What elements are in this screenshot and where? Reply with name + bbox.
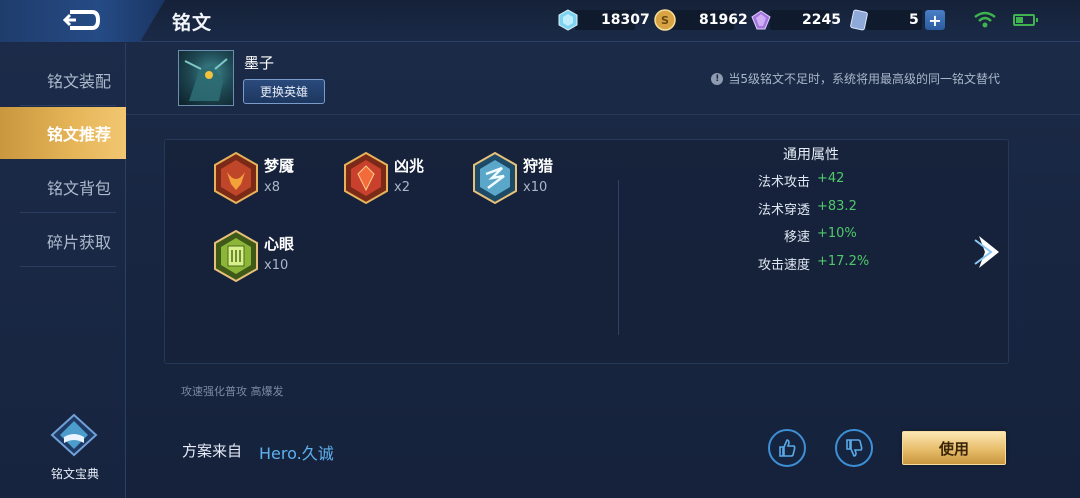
divider bbox=[618, 180, 619, 335]
attribute-name: 法术穿透 bbox=[757, 203, 810, 218]
codex-label: 铭文宝典 bbox=[50, 467, 99, 481]
rune-name: 心眼 bbox=[264, 235, 295, 253]
attribute-value: +10% bbox=[817, 226, 857, 241]
attributes-title: 通用属性 bbox=[783, 147, 839, 163]
sidebar-item-recommend[interactable]: 铭文推荐 bbox=[0, 107, 126, 159]
rune-count: x10 bbox=[264, 258, 289, 273]
sidebar-item-label: 铭文装配 bbox=[47, 72, 112, 91]
sidebar-item-label: 铭文背包 bbox=[47, 179, 112, 198]
back-arrow-icon bbox=[62, 10, 101, 30]
rune-notice: ! 当5级铭文不足时，系统将用最高级的同一铭文替代 bbox=[711, 70, 1000, 87]
hero-name: 墨子 bbox=[244, 54, 275, 72]
rune-item[interactable]: 狩猎 x10 bbox=[472, 152, 553, 204]
attribute-row: 法术攻击 +42 bbox=[700, 171, 950, 191]
hero-portrait-image bbox=[184, 58, 228, 101]
rune-green-icon bbox=[214, 230, 258, 282]
like-button[interactable] bbox=[768, 429, 806, 467]
crystal-count: 2245 bbox=[802, 12, 841, 28]
rune-red-icon bbox=[344, 152, 388, 204]
top-bar: 铭文 18307 S 81962 2245 5 + bbox=[0, 0, 1080, 42]
rune-name: 梦魇 bbox=[264, 157, 295, 175]
source-author-link[interactable]: Hero.久诚 bbox=[259, 440, 334, 464]
thumbs-down-icon bbox=[846, 439, 863, 457]
attribute-value: +17.2% bbox=[817, 254, 870, 269]
change-hero-button[interactable]: 更换英雄 bbox=[243, 79, 325, 104]
rune-count: x2 bbox=[394, 180, 410, 195]
rune-name: 凶兆 bbox=[394, 157, 425, 175]
page-title: 铭文 bbox=[172, 12, 213, 34]
resource-diamond: 18307 bbox=[557, 8, 650, 32]
gold-count: 81962 bbox=[699, 12, 748, 28]
rune-item[interactable]: 梦魇 x8 bbox=[213, 152, 294, 204]
sidebar-item-label: 铭文推荐 bbox=[47, 125, 112, 144]
svg-text:S: S bbox=[661, 14, 669, 27]
wifi-icon bbox=[974, 11, 996, 28]
book-icon bbox=[50, 413, 98, 457]
purple-crystal-icon bbox=[751, 10, 771, 30]
attribute-value: +83.2 bbox=[817, 199, 857, 214]
codex-button[interactable]: 铭文宝典 bbox=[44, 413, 116, 482]
next-arrow-icon[interactable] bbox=[973, 232, 1005, 272]
back-button[interactable] bbox=[0, 0, 165, 42]
attribute-row: 法术穿透 +83.2 bbox=[700, 199, 950, 219]
diamond-count: 18307 bbox=[601, 12, 650, 28]
battery-icon bbox=[1013, 14, 1038, 26]
rune-card-icon bbox=[850, 9, 868, 31]
sidebar: 铭文装配 铭文推荐 铭文背包 碎片获取 铭文宝典 bbox=[0, 43, 126, 498]
rune-name: 狩猎 bbox=[523, 157, 554, 175]
resource-crystal: 2245 bbox=[750, 8, 841, 32]
rune-item[interactable]: 凶兆 x2 bbox=[343, 152, 424, 204]
rune-count: x8 bbox=[264, 180, 280, 195]
rune-red-icon bbox=[214, 152, 258, 204]
attribute-name: 移速 bbox=[783, 230, 810, 245]
sidebar-item-equip[interactable]: 铭文装配 bbox=[0, 54, 126, 106]
use-button[interactable]: 使用 bbox=[902, 431, 1006, 465]
attribute-name: 攻击速度 bbox=[757, 258, 810, 273]
attribute-row: 攻击速度 +17.2% bbox=[700, 254, 950, 274]
rune-blue-icon bbox=[473, 152, 517, 204]
attribute-row: 移速 +10% bbox=[700, 226, 950, 246]
source-label: 方案来自 bbox=[182, 442, 243, 460]
sidebar-item-label: 碎片获取 bbox=[47, 233, 112, 252]
resource-gold: S 81962 bbox=[654, 8, 748, 32]
gold-coin-icon: S bbox=[654, 9, 676, 31]
notice-text: 当5级铭文不足时，系统将用最高级的同一铭文替代 bbox=[728, 72, 1000, 86]
sidebar-item-fragments[interactable]: 碎片获取 bbox=[0, 215, 126, 267]
rune-item[interactable]: 心眼 x10 bbox=[213, 230, 294, 282]
attribute-name: 法术攻击 bbox=[757, 175, 810, 190]
divider bbox=[20, 266, 116, 267]
hero-avatar bbox=[178, 50, 234, 106]
resource-rune-card: 5 bbox=[848, 8, 919, 32]
rune-card-count: 5 bbox=[909, 12, 919, 28]
divider bbox=[126, 114, 1080, 115]
add-resource-button[interactable]: + bbox=[925, 10, 945, 30]
attribute-value: +42 bbox=[817, 171, 845, 186]
divider bbox=[20, 105, 116, 106]
info-icon: ! bbox=[711, 72, 724, 85]
diamond-icon bbox=[558, 9, 578, 31]
rune-count: x10 bbox=[523, 180, 548, 195]
divider bbox=[20, 212, 116, 213]
dislike-button[interactable] bbox=[835, 429, 873, 467]
thumbs-up-icon bbox=[779, 439, 796, 457]
sidebar-item-backpack[interactable]: 铭文背包 bbox=[0, 161, 126, 213]
plan-tags: 攻速强化普攻 高爆发 bbox=[181, 385, 284, 398]
